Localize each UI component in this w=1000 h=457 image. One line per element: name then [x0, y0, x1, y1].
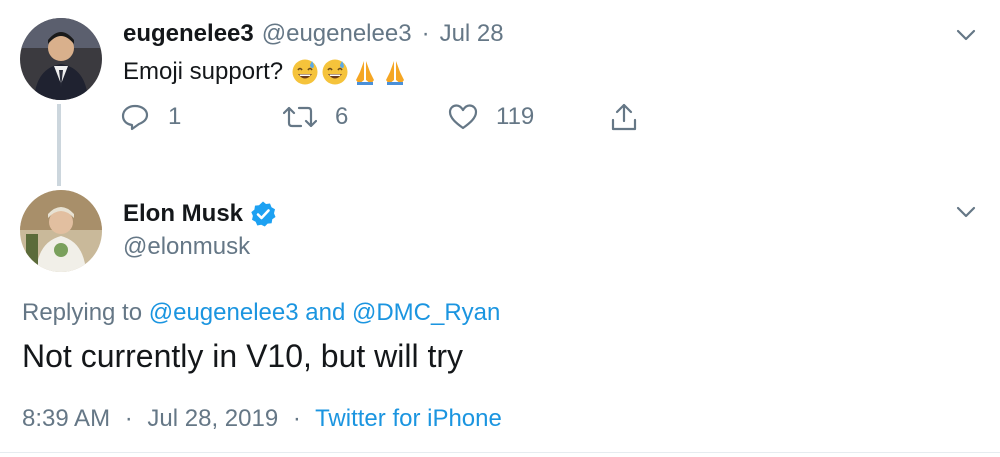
elonmusk-avatar[interactable] — [20, 190, 102, 272]
heart-icon — [448, 104, 478, 130]
main-tweet-more-button[interactable] — [953, 199, 979, 230]
folded-hands-emoji-icon — [386, 61, 405, 85]
chevron-down-icon — [956, 206, 976, 218]
replying-to-label: Replying to — [22, 299, 143, 326]
share-icon — [611, 103, 637, 131]
reply-count: 1 — [168, 103, 182, 130]
main-tweet-text: Not currently in V10, but will try — [22, 338, 464, 374]
metadata-separator-1: · — [124, 405, 133, 432]
retweet-icon — [283, 106, 317, 128]
replying-to-line: Replying to @eugenelee3 and @DMC_Ryan — [22, 297, 500, 329]
retweet-action[interactable]: 6 — [283, 102, 348, 132]
eugenelee3-header: eugenelee3 @eugenelee3 · Jul 28 — [123, 18, 504, 50]
share-button[interactable] — [609, 101, 639, 138]
elonmusk-display-name[interactable]: Elon Musk — [123, 200, 243, 228]
like-count: 119 — [496, 103, 535, 130]
tweet-full-date[interactable]: Jul 28, 2019 — [147, 405, 278, 432]
emoji-group — [291, 58, 409, 86]
eugenelee3-handle[interactable]: @eugenelee3 — [262, 20, 412, 48]
tweet-metadata: 8:39 AM · Jul 28, 2019 · Twitter for iPh… — [22, 403, 502, 435]
metadata-separator-2: · — [292, 405, 301, 432]
replying-to-and: and — [305, 299, 346, 326]
replying-to-user-eugenelee3[interactable]: @eugenelee3 — [149, 299, 299, 326]
like-action[interactable]: 119 — [448, 102, 534, 132]
eugenelee3-tweet-date[interactable]: Jul 28 — [440, 20, 504, 48]
replying-to-user-dmc-ryan[interactable]: @DMC_Ryan — [352, 299, 500, 326]
thread-connector-line — [57, 104, 61, 186]
bottom-divider — [0, 452, 1000, 453]
header-separator: · — [421, 20, 430, 47]
eugenelee3-avatar[interactable] — [20, 18, 102, 100]
reply-action[interactable]: 1 — [120, 102, 181, 132]
reply-icon — [121, 104, 149, 131]
elonmusk-handle[interactable]: @elonmusk — [123, 231, 250, 263]
verified-badge-icon — [251, 201, 276, 227]
grinning-sweat-emoji-icon — [292, 59, 318, 85]
eugenelee3-tweet-text: Emoji support? — [123, 56, 409, 88]
elonmusk-name-row: Elon Musk — [123, 197, 277, 231]
retweet-count: 6 — [335, 103, 349, 130]
tweet-time[interactable]: 8:39 AM — [22, 405, 110, 432]
tweet-source[interactable]: Twitter for iPhone — [315, 405, 502, 432]
folded-hands-emoji-icon — [356, 61, 375, 85]
reply-tweet-more-button[interactable] — [953, 22, 979, 53]
eugenelee3-display-name[interactable]: eugenelee3 — [123, 20, 254, 48]
chevron-down-icon — [956, 29, 976, 41]
reply-tweet-text: Emoji support? — [123, 58, 284, 85]
grinning-sweat-emoji-icon — [322, 59, 348, 85]
